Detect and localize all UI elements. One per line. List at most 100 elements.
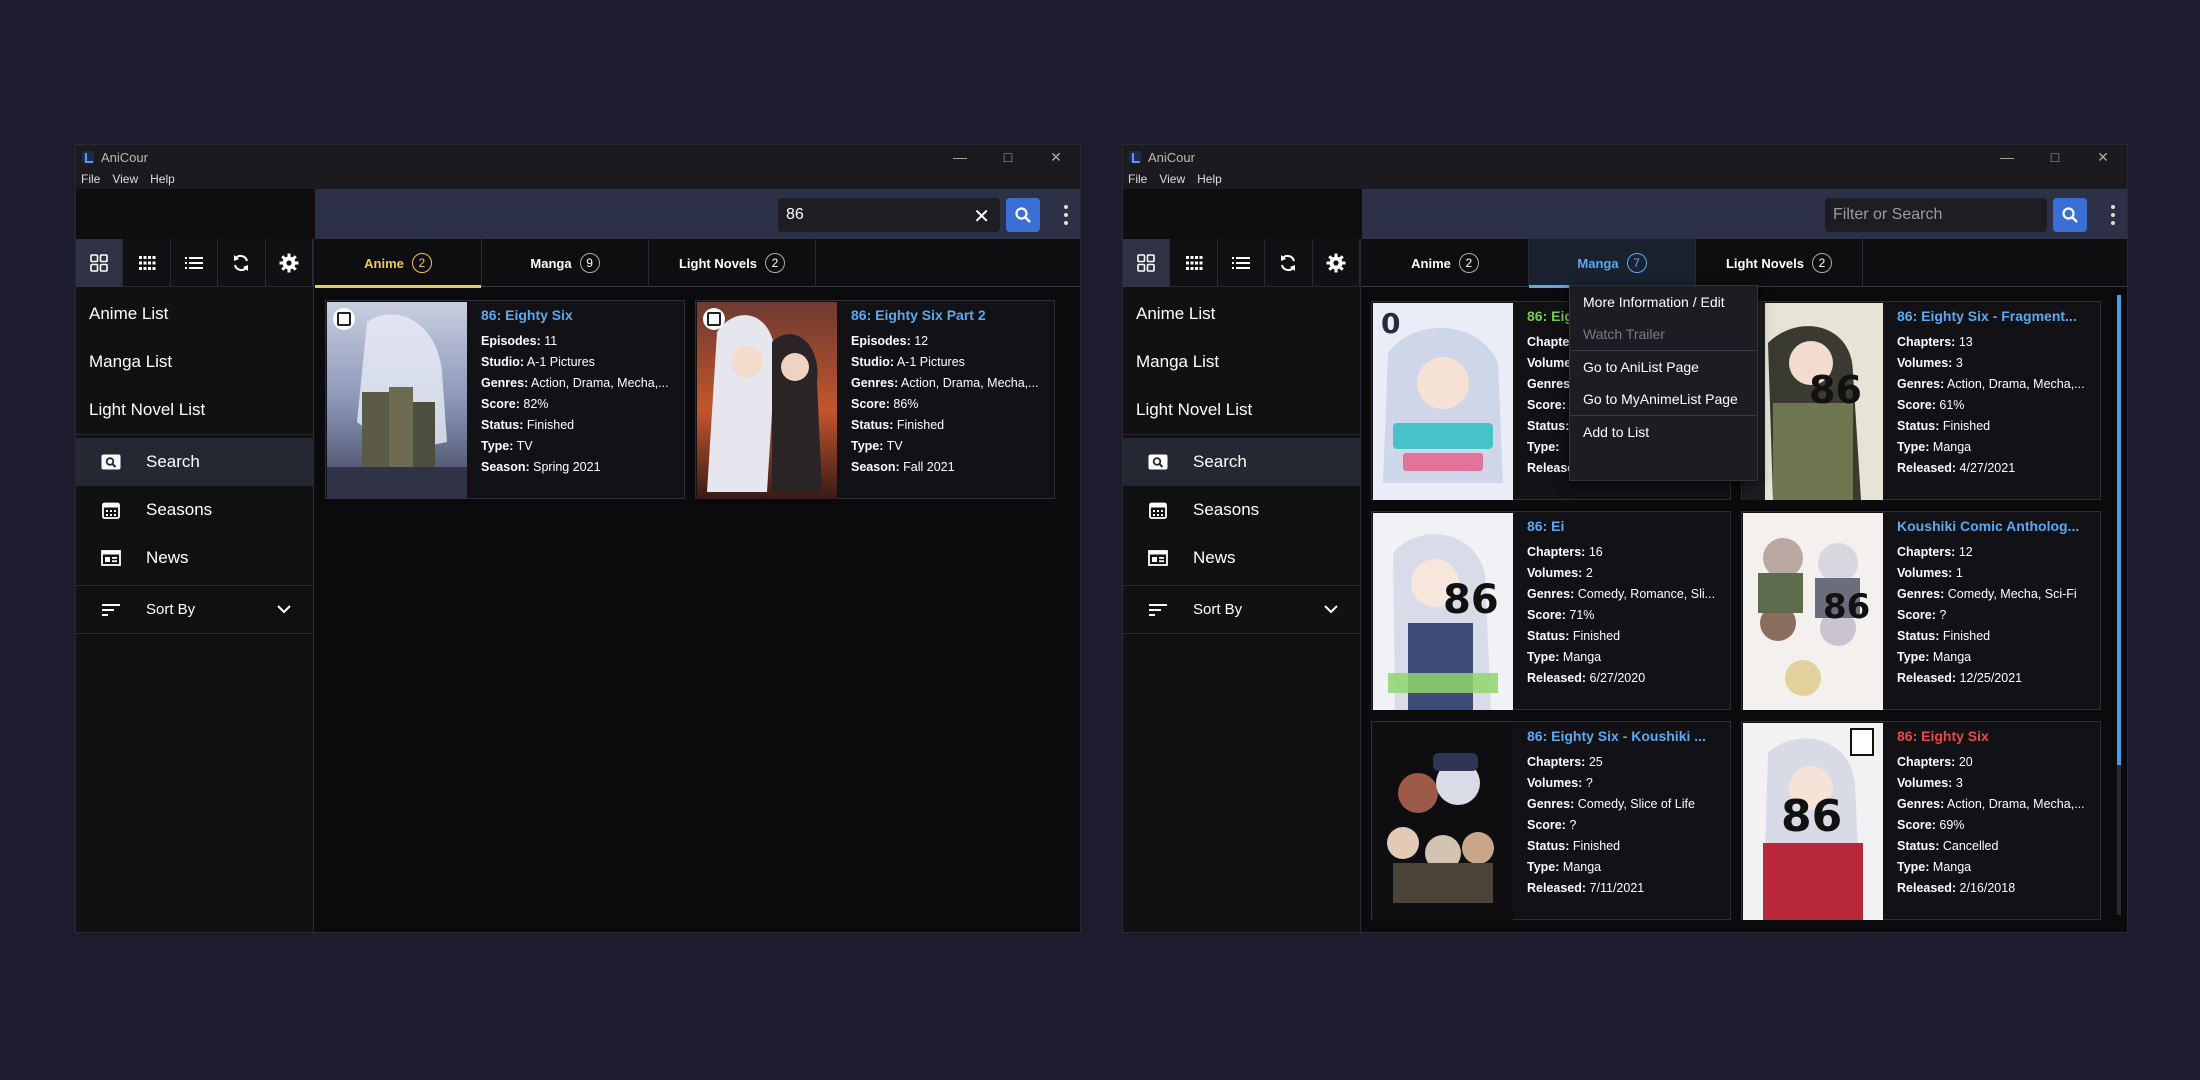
card-genres: Genres: Action, Drama, Mecha,... — [1897, 794, 2092, 815]
search-button[interactable] — [2053, 198, 2087, 232]
sidebar-item-search[interactable]: Search — [1123, 438, 1360, 486]
card-status: Status: Finished — [1527, 836, 1722, 857]
menu-view[interactable]: View — [1159, 172, 1185, 186]
media-card[interactable]: 86: Eighty Six Part 2 Episodes: 12 Studi… — [695, 300, 1055, 499]
sidebar: Anime List Manga List Light Novel List S… — [1123, 239, 1361, 932]
tab-count-badge: 2 — [765, 253, 785, 273]
scrollbar-thumb[interactable] — [2117, 295, 2121, 765]
refresh-icon[interactable] — [218, 239, 266, 287]
list-view-icon[interactable] — [171, 239, 219, 287]
sort-by-dropdown[interactable]: Sort By — [1123, 586, 1360, 634]
light-novel-list-link[interactable]: Light Novel List — [1123, 386, 1360, 434]
field-label: Released: — [1897, 881, 1957, 895]
field-label: Type: — [481, 439, 514, 453]
title-bar[interactable]: AniCour — □ ✕ — [1123, 145, 2127, 169]
tab-manga[interactable]: Manga 9 — [482, 239, 649, 287]
tab-light-novels[interactable]: Light Novels 2 — [649, 239, 816, 287]
media-card[interactable]: 86 86: Ei Chapters: 16 Volumes: 2 Genres… — [1371, 511, 1731, 710]
sidebar-item-news[interactable]: News — [76, 534, 313, 582]
card-episodes: Episodes: 12 — [851, 331, 1046, 352]
tab-light-novels[interactable]: Light Novels 2 — [1696, 239, 1863, 287]
grid-view-icon[interactable] — [76, 239, 124, 287]
card-title[interactable]: Koushiki Comic Antholog... — [1897, 516, 2092, 536]
field-value: Action, Drama, Mecha,... — [1947, 377, 2085, 391]
view-toolbar — [76, 239, 314, 287]
field-value: ? — [1585, 776, 1593, 790]
manga-list-link[interactable]: Manga List — [1123, 338, 1360, 386]
close-icon[interactable]: ✕ — [2079, 145, 2127, 169]
menu-help[interactable]: Help — [150, 172, 175, 186]
app-title: AniCour — [1148, 149, 1195, 165]
card-title[interactable]: 86: Ei — [1527, 516, 1722, 536]
sidebar-item-news[interactable]: News — [1123, 534, 1360, 582]
field-label: Chapters: — [1527, 755, 1586, 769]
media-card[interactable]: 86 86: Eighty Six - Fragment... Chapters… — [1741, 301, 2101, 500]
search-input[interactable]: 86 ✕ — [778, 198, 1000, 232]
tab-anime[interactable]: Anime 2 — [1362, 239, 1529, 287]
sidebar: Anime List Manga List Light Novel List S… — [76, 239, 314, 932]
card-title[interactable]: 86: Eighty Six - Fragment... — [1897, 306, 2092, 326]
field-value: 2/16/2018 — [1959, 881, 2016, 895]
more-options-icon[interactable] — [1064, 205, 1068, 225]
card-title[interactable]: 86: Eighty Six Part 2 — [851, 305, 1046, 325]
field-value: A-1 Pictures — [896, 355, 965, 369]
tab-anime[interactable]: Anime 2 — [315, 239, 482, 288]
card-status: Status: Finished — [1897, 416, 2092, 437]
media-card[interactable]: 86: Eighty Six - Koushiki ... Chapters: … — [1371, 721, 1731, 920]
close-icon[interactable]: ✕ — [1032, 145, 1080, 169]
minimize-icon[interactable]: — — [936, 145, 984, 169]
sidebar-item-search[interactable]: Search — [76, 438, 313, 486]
menu-help[interactable]: Help — [1197, 172, 1222, 186]
field-value: Manga — [1562, 860, 1602, 874]
tab-manga[interactable]: Manga 7 — [1529, 239, 1696, 288]
menu-item-anilist[interactable]: Go to AniList Page — [1570, 351, 1757, 383]
manga-list-link[interactable]: Manga List — [76, 338, 313, 386]
minimize-icon[interactable]: — — [1983, 145, 2031, 169]
sidebar-item-seasons[interactable]: Seasons — [76, 486, 313, 534]
field-label: Score: — [481, 397, 520, 411]
scrollbar[interactable] — [2117, 295, 2121, 915]
card-title[interactable]: 86: Eighty Six — [1897, 726, 2092, 746]
maximize-icon[interactable]: □ — [984, 145, 1032, 169]
gear-icon[interactable] — [266, 239, 314, 287]
media-card[interactable]: 86 Koushiki Comic Antholog... Chapters: … — [1741, 511, 2101, 710]
anime-list-link[interactable]: Anime List — [76, 290, 313, 338]
category-tabs: Anime 2 Manga 7 Light Novels 2 — [1362, 239, 2127, 288]
compact-grid-icon[interactable] — [123, 239, 171, 287]
search-input[interactable]: Filter or Search — [1825, 198, 2047, 232]
search-button[interactable] — [1006, 198, 1040, 232]
light-novel-list-link[interactable]: Light Novel List — [76, 386, 313, 434]
clear-icon[interactable]: ✕ — [973, 204, 990, 229]
card-title[interactable]: 86: Eighty Six - Koushiki ... — [1527, 726, 1722, 746]
cover-image: 86 — [1743, 723, 1883, 920]
card-title[interactable]: 86: Eighty Six — [481, 305, 676, 325]
field-label: Episodes: — [851, 334, 911, 348]
menu-file[interactable]: File — [1128, 172, 1147, 186]
card-score: Score: ? — [1897, 605, 2092, 626]
sidebar-item-label: Seasons — [146, 500, 213, 519]
compact-grid-icon[interactable] — [1170, 239, 1218, 287]
maximize-icon[interactable]: □ — [2031, 145, 2079, 169]
refresh-icon[interactable] — [1265, 239, 1313, 287]
more-options-icon[interactable] — [2111, 205, 2115, 225]
field-value: Manga — [1932, 860, 1972, 874]
title-bar[interactable]: AniCour — □ ✕ — [76, 145, 1080, 169]
gear-icon[interactable] — [1313, 239, 1361, 287]
media-card[interactable]: 86 86: Eighty Six Chapters: 20 Volumes: … — [1741, 721, 2101, 920]
anime-list-link[interactable]: Anime List — [1123, 290, 1360, 338]
menu-item-watch-trailer[interactable]: Watch Trailer — [1570, 318, 1757, 350]
sidebar-item-seasons[interactable]: Seasons — [1123, 486, 1360, 534]
sort-by-dropdown[interactable]: Sort By — [76, 586, 313, 634]
menu-item-myanimelist[interactable]: Go to MyAnimeList Page — [1570, 383, 1757, 415]
menu-file[interactable]: File — [81, 172, 100, 186]
field-label: Studio: — [851, 355, 895, 369]
card-score: Score: ? — [1527, 815, 1722, 836]
window-manga-browse: AniCour — □ ✕ File View Help Filter or S… — [1122, 144, 2128, 933]
menu-view[interactable]: View — [112, 172, 138, 186]
media-card[interactable]: 86: Eighty Six Episodes: 11 Studio: A-1 … — [325, 300, 685, 499]
grid-view-icon[interactable] — [1123, 239, 1171, 287]
sort-by-label: Sort By — [146, 601, 196, 618]
list-view-icon[interactable] — [1218, 239, 1266, 287]
menu-item-more-information[interactable]: More Information / Edit — [1570, 286, 1757, 318]
menu-item-add-to-list[interactable]: Add to List — [1570, 416, 1757, 448]
